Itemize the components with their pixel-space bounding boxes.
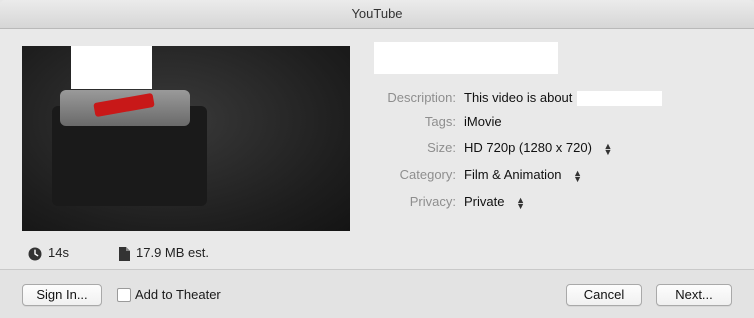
description-field[interactable]: This video is about	[464, 88, 663, 108]
youtube-share-dialog: YouTube 14s 17.9 MB est. Description: Th…	[0, 0, 754, 318]
redacted-description	[577, 91, 663, 107]
privacy-label: Privacy:	[409, 194, 456, 209]
stepper-icon: ▲ ▼	[573, 167, 583, 184]
duration-meta: 14s	[28, 243, 69, 263]
add-to-theater-checkbox[interactable]	[117, 288, 131, 302]
duration-text: 14s	[48, 245, 69, 260]
dialog-content: 14s 17.9 MB est. Description: This video…	[0, 29, 754, 269]
privacy-value: Private	[464, 194, 505, 209]
sign-in-button[interactable]: Sign In...	[22, 284, 102, 306]
video-preview	[22, 46, 350, 231]
clock-icon	[28, 247, 42, 261]
dialog-footer: Sign In... Add to Theater Cancel Next...	[0, 269, 754, 318]
video-title-field[interactable]	[374, 42, 558, 74]
stepper-icon: ▲ ▼	[603, 140, 613, 157]
size-meta: 17.9 MB est.	[119, 243, 209, 263]
cancel-button[interactable]: Cancel	[566, 284, 642, 306]
size-value: HD 720p (1280 x 720)	[464, 140, 592, 155]
next-button[interactable]: Next...	[656, 284, 732, 306]
tags-field[interactable]: iMovie	[464, 112, 502, 132]
redacted-overlay	[71, 46, 152, 89]
size-estimate-text: 17.9 MB est.	[136, 245, 209, 260]
add-to-theater-label[interactable]: Add to Theater	[135, 285, 221, 305]
size-label: Size:	[427, 140, 456, 155]
tags-label: Tags:	[424, 114, 456, 129]
file-icon	[119, 246, 130, 261]
description-label: Description:	[387, 90, 456, 105]
category-label: Category:	[399, 167, 456, 182]
window-title: YouTube	[0, 0, 754, 29]
category-value: Film & Animation	[464, 167, 562, 182]
description-value: This video is about	[464, 90, 573, 105]
privacy-select[interactable]: Private ▲ ▼	[464, 192, 525, 212]
category-select[interactable]: Film & Animation ▲ ▼	[464, 165, 582, 185]
stepper-icon: ▲ ▼	[516, 194, 526, 211]
size-select[interactable]: HD 720p (1280 x 720) ▲ ▼	[464, 138, 612, 158]
